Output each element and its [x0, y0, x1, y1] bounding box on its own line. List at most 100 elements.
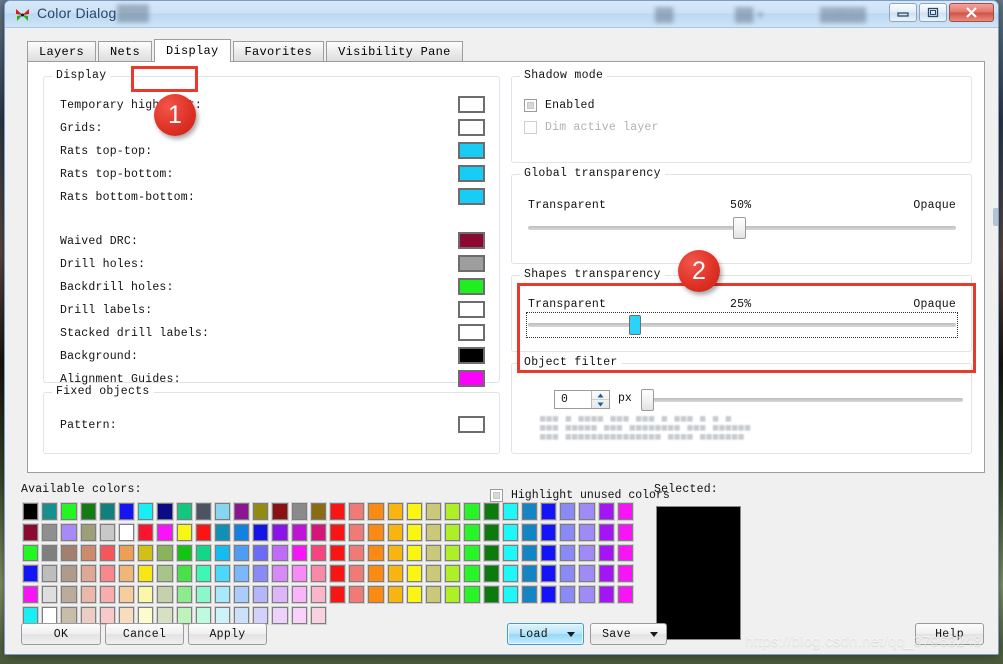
palette-cell[interactable] [482, 584, 501, 605]
palette-cell[interactable] [251, 584, 270, 605]
palette-cell[interactable] [328, 543, 347, 564]
palette-swatch[interactable] [328, 543, 347, 563]
palette-swatch[interactable] [98, 543, 116, 563]
palette-swatch[interactable] [21, 502, 40, 521]
palette-swatch[interactable] [348, 585, 366, 604]
palette-cell[interactable] [79, 584, 98, 605]
palette-swatch[interactable] [597, 522, 615, 542]
palette-swatch[interactable] [444, 543, 462, 563]
palette-swatch[interactable] [233, 543, 251, 563]
palette-swatch[interactable] [271, 564, 289, 584]
palette-cell[interactable] [347, 584, 366, 605]
palette-swatch[interactable] [348, 564, 366, 584]
palette-swatch[interactable] [156, 585, 174, 604]
palette-cell[interactable] [501, 522, 520, 543]
palette-cell[interactable] [386, 501, 405, 522]
palette-cell[interactable] [21, 584, 40, 605]
palette-cell[interactable] [270, 501, 289, 522]
palette-cell[interactable] [424, 584, 443, 605]
palette-cell[interactable] [21, 563, 40, 584]
palette-cell[interactable] [270, 543, 289, 564]
palette-swatch[interactable] [424, 502, 443, 521]
color-swatch-rats-bottom-bottom[interactable] [458, 188, 485, 205]
palette-swatch[interactable] [616, 502, 635, 521]
palette-swatch[interactable] [348, 543, 366, 563]
palette-cell[interactable] [328, 563, 347, 584]
palette-swatch[interactable] [482, 502, 500, 521]
palette-swatch[interactable] [41, 543, 59, 563]
shapes-transparency-track[interactable] [528, 323, 956, 327]
checkbox-enabled-icon[interactable] [524, 99, 537, 112]
palette-cell[interactable] [117, 584, 136, 605]
palette-cell[interactable] [136, 522, 155, 543]
palette-cell[interactable] [59, 501, 78, 522]
palette-swatch[interactable] [616, 543, 635, 563]
palette-swatch[interactable] [328, 522, 347, 542]
palette-swatch[interactable] [540, 502, 558, 521]
palette-swatch[interactable] [520, 522, 539, 542]
palette-cell[interactable] [482, 563, 501, 584]
palette-cell[interactable] [520, 543, 539, 564]
palette-cell[interactable] [290, 522, 309, 543]
palette-cell[interactable] [194, 501, 213, 522]
palette-cell[interactable] [501, 584, 520, 605]
palette-cell[interactable] [616, 522, 635, 543]
palette-cell[interactable] [501, 501, 520, 522]
palette-cell[interactable] [462, 522, 481, 543]
palette-cell[interactable] [290, 543, 309, 564]
palette-swatch[interactable] [175, 543, 193, 563]
palette-swatch[interactable] [271, 522, 289, 542]
palette-cell[interactable] [213, 522, 232, 543]
palette-swatch[interactable] [405, 543, 423, 563]
palette-cell[interactable] [405, 501, 424, 522]
palette-cell[interactable] [347, 501, 366, 522]
palette-swatch[interactable] [386, 585, 404, 604]
palette-swatch[interactable] [252, 543, 270, 563]
palette-cell[interactable] [232, 563, 251, 584]
load-button[interactable]: Load [507, 623, 584, 645]
palette-swatch[interactable] [137, 522, 155, 542]
palette-swatch[interactable] [578, 585, 596, 604]
palette-cell[interactable] [213, 543, 232, 564]
palette-swatch[interactable] [405, 564, 423, 584]
palette-swatch[interactable] [386, 543, 404, 563]
palette-cell[interactable] [270, 522, 289, 543]
global-transparency-thumb[interactable] [733, 217, 746, 239]
palette-swatch[interactable] [117, 522, 136, 542]
palette-swatch[interactable] [463, 564, 481, 584]
palette-cell[interactable] [232, 543, 251, 564]
palette-cell[interactable] [366, 584, 385, 605]
palette-swatch[interactable] [194, 564, 212, 584]
palette-cell[interactable] [462, 563, 481, 584]
palette-swatch[interactable] [117, 543, 136, 563]
palette-swatch[interactable] [616, 585, 635, 604]
palette-swatch[interactable] [309, 522, 328, 542]
palette-swatch[interactable] [98, 564, 116, 584]
palette-swatch[interactable] [21, 543, 40, 563]
palette-cell[interactable] [539, 584, 558, 605]
palette-cell[interactable] [213, 563, 232, 584]
palette-swatch[interactable] [367, 564, 385, 584]
palette-swatch[interactable] [194, 502, 212, 521]
palette-cell[interactable] [251, 522, 270, 543]
palette-cell[interactable] [155, 563, 174, 584]
palette-swatch[interactable] [578, 522, 596, 542]
palette-cell[interactable] [59, 563, 78, 584]
palette-cell[interactable] [59, 584, 78, 605]
palette-swatch[interactable] [233, 522, 251, 542]
palette-swatch[interactable] [252, 605, 270, 625]
palette-cell[interactable] [558, 563, 577, 584]
palette-swatch[interactable] [328, 502, 347, 521]
palette-cell[interactable] [40, 501, 59, 522]
palette-swatch[interactable] [405, 502, 423, 521]
palette-cell[interactable] [290, 501, 309, 522]
palette-swatch[interactable] [559, 502, 577, 521]
palette-swatch[interactable] [501, 564, 519, 584]
palette-swatch[interactable] [520, 585, 539, 604]
palette-cell[interactable] [155, 543, 174, 564]
palette-cell[interactable] [597, 584, 616, 605]
palette-swatch[interactable] [252, 564, 270, 584]
palette-cell[interactable] [558, 543, 577, 564]
palette-swatch[interactable] [213, 564, 232, 584]
color-swatch-drill-labels[interactable] [458, 301, 485, 318]
